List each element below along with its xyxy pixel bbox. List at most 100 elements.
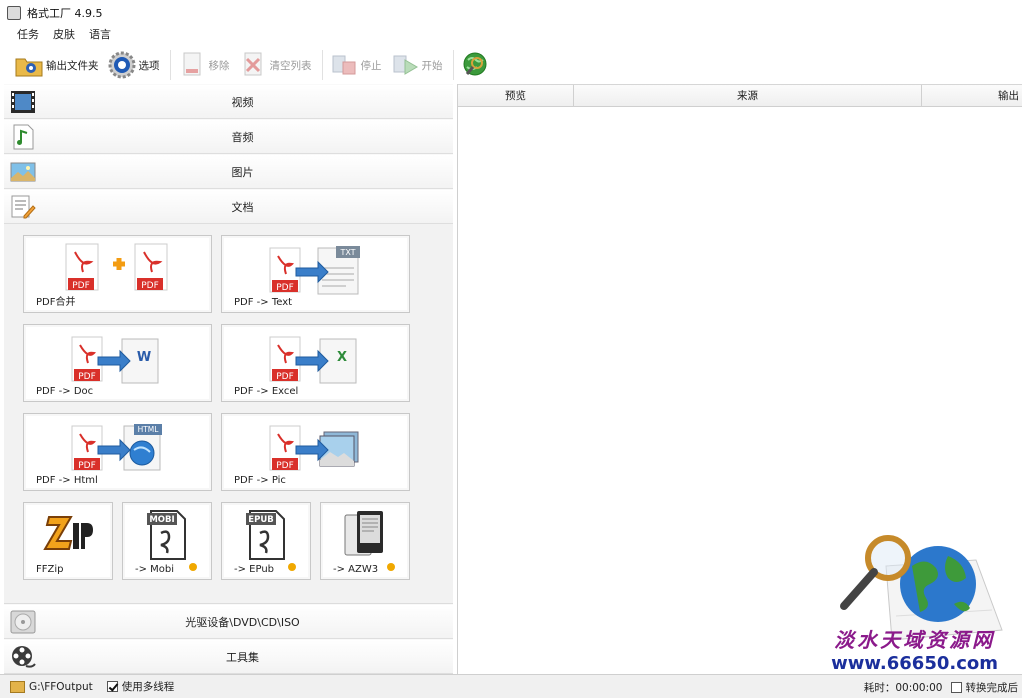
category-document-label: 文档: [231, 201, 254, 214]
ffzip-card[interactable]: FFZip: [23, 502, 113, 580]
pdf-to-html-card[interactable]: HTML PDF PDF -> Html: [23, 413, 212, 491]
clear-list-icon: [244, 52, 261, 76]
to-azw3-label: -> AZW3: [333, 564, 379, 575]
menu-skin[interactable]: 皮肤: [53, 26, 75, 44]
pdf-to-doc-card[interactable]: W PDF PDF -> Doc: [23, 324, 212, 402]
category-image-label: 图片: [231, 166, 254, 179]
ereader-icon: [344, 511, 383, 556]
pdf-to-pic-card[interactable]: PDF PDF -> Pic: [221, 413, 410, 491]
status-dot: [387, 563, 395, 571]
pdf-to-text-icon: TXT PDF: [269, 246, 360, 295]
mobi-badge: MOBI: [149, 515, 174, 525]
category-audio[interactable]: 音频: [4, 119, 453, 154]
menu-language[interactable]: 语言: [89, 26, 111, 44]
pdf-to-doc-icon: W PDF: [71, 336, 158, 384]
to-epub-label: -> EPub: [234, 564, 275, 575]
pdf-badge-right: PDF: [141, 281, 159, 291]
category-tools[interactable]: 工具集: [4, 639, 453, 674]
menu-tasks[interactable]: 任务: [17, 26, 39, 44]
web-button[interactable]: [460, 48, 492, 82]
after-conversion-checkbox[interactable]: [950, 681, 962, 693]
pdf-badge-left: PDF: [72, 281, 90, 291]
pdf-merge-label: PDF合并: [36, 297, 76, 308]
watermark-cn: 淡水天域资源网: [834, 628, 996, 652]
toolbar-separator: [169, 50, 171, 80]
pdf-to-excel-card[interactable]: X PDF PDF -> Excel: [221, 324, 410, 402]
watermark-url: www.66650.com: [831, 653, 998, 674]
to-azw3-card[interactable]: -> AZW3: [320, 502, 410, 580]
pdf-badge: PDF: [276, 283, 294, 293]
epub-file-icon: EPUB: [246, 510, 285, 560]
watermark: 淡水天域资源网 www.66650.com: [831, 624, 998, 674]
category-rom-device[interactable]: 光驱设备\DVD\CD\ISO: [4, 604, 453, 639]
remove-button[interactable]: 移除: [177, 48, 230, 82]
output-path: G:\FFOutput: [29, 680, 93, 693]
pdf-badge: PDF: [78, 372, 96, 382]
stop-button[interactable]: 停止: [329, 48, 382, 82]
category-video-label: 视频: [231, 96, 254, 109]
pdf-badge: PDF: [78, 461, 96, 471]
gear-icon: [108, 51, 135, 79]
pdf-to-pic-icon: PDF: [269, 425, 358, 471]
pdf-to-text-label: PDF -> Text: [234, 297, 293, 308]
pdf-to-excel-label: PDF -> Excel: [234, 386, 299, 397]
menu-bar: 任务 皮肤 语言: [0, 26, 125, 44]
pdf-to-html-icon: HTML PDF: [71, 424, 162, 471]
task-list-panel: 预览 来源 输出 淡水天域资源网 www.66650.com: [457, 84, 1022, 674]
format-factory-window: 格式工厂 4.9.5 任务 皮肤 语言 输出文件夹 选项 移除 清空列表 停止 …: [0, 0, 1022, 698]
task-table-header: 预览 来源 输出: [458, 84, 1022, 107]
zip-icon: [43, 516, 93, 550]
multithread-checkbox[interactable]: [106, 681, 118, 692]
pdf-to-doc-label: PDF -> Doc: [36, 386, 94, 397]
pdf-to-text-card[interactable]: TXT PDF PDF -> Text: [221, 235, 410, 313]
output-folder-button[interactable]: 输出文件夹: [14, 48, 99, 82]
clear-list-button[interactable]: 清空列表: [238, 48, 312, 82]
folder-icon[interactable]: [10, 680, 25, 693]
status-dot: [288, 563, 296, 571]
category-video[interactable]: 视频: [4, 84, 453, 119]
to-mobi-label: -> Mobi: [135, 564, 175, 575]
category-audio-label: 音频: [231, 131, 254, 144]
column-preview[interactable]: 预览: [458, 85, 574, 107]
window-title: 格式工厂 4.9.5: [27, 7, 103, 20]
category-image[interactable]: 图片: [4, 154, 453, 189]
stop-icon: [332, 55, 355, 75]
folder-icon: [15, 58, 43, 77]
toolbar-separator: [321, 50, 323, 80]
toolbar-separator: [452, 50, 454, 80]
toolbar: 输出文件夹 选项 移除 清空列表 停止 开始: [0, 46, 1022, 84]
category-document[interactable]: 文档: [4, 189, 453, 224]
column-source[interactable]: 来源: [574, 85, 922, 107]
status-dot: [189, 563, 197, 571]
multithread-label: 使用多线程: [121, 681, 175, 693]
category-tools-label: 工具集: [226, 651, 259, 664]
left-panel: 视频 音频 图片 文档 PDF PDF PDF合并 TXT PDF PDF ->…: [4, 84, 453, 674]
pdf-merge-icon: PDF PDF: [65, 243, 167, 291]
globe-search-icon: [463, 52, 486, 76]
ffzip-label: FFZip: [36, 564, 64, 575]
pdf-merge-card[interactable]: PDF PDF PDF合并: [23, 235, 212, 313]
column-output[interactable]: 输出: [922, 85, 1022, 107]
after-conversion-label: 转换完成后: [965, 681, 1019, 694]
to-mobi-card[interactable]: MOBI -> Mobi: [122, 502, 212, 580]
mobi-file-icon: MOBI: [147, 510, 186, 560]
word-badge: W: [136, 350, 150, 365]
remove-icon: [183, 52, 200, 76]
start-icon: [393, 55, 418, 75]
elapsed-time: 耗时：00:00:00: [863, 681, 943, 694]
html-badge: HTML: [137, 425, 159, 434]
pdf-badge: PDF: [276, 461, 294, 471]
pdf-badge: PDF: [276, 372, 294, 382]
pdf-to-excel-icon: X PDF: [269, 336, 356, 384]
pdf-to-pic-label: PDF -> Pic: [234, 475, 286, 486]
epub-badge: EPUB: [248, 515, 273, 525]
app-icon: [7, 6, 21, 20]
options-button[interactable]: 选项: [107, 48, 160, 82]
excel-badge: X: [336, 350, 346, 365]
category-rom-label: 光驱设备\DVD\CD\ISO: [185, 616, 300, 629]
to-epub-card[interactable]: EPUB -> EPub: [221, 502, 311, 580]
start-button[interactable]: 开始: [390, 48, 443, 82]
txt-badge: TXT: [339, 248, 355, 257]
title-bar: 格式工厂 4.9.5: [0, 0, 1022, 26]
pdf-to-html-label: PDF -> Html: [36, 475, 98, 486]
